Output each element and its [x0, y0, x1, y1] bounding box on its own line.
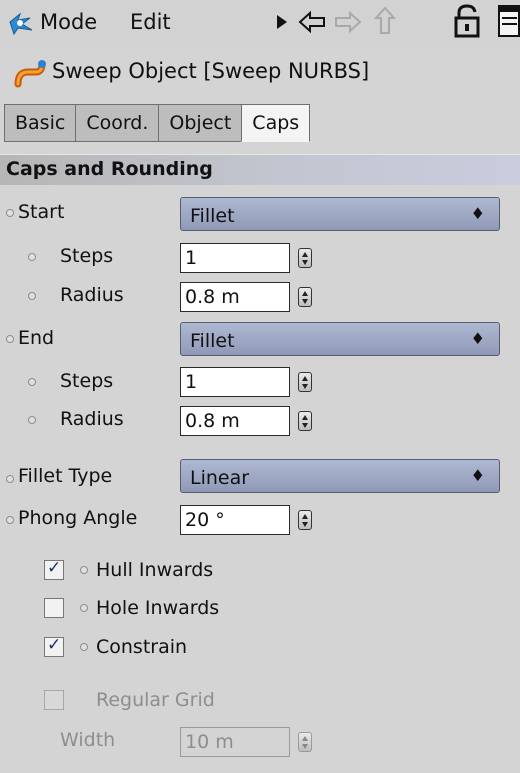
start-label: Start — [18, 201, 65, 223]
new-window-icon[interactable] — [498, 4, 520, 42]
dropdown-caret-icon: ♦ — [470, 466, 485, 485]
tab-bar: Basic Coord. Object Caps — [4, 104, 311, 144]
end-radius-field[interactable]: 0.8 m — [180, 406, 290, 436]
end-steps-label: Steps — [60, 370, 114, 392]
hull-inwards-checkbox[interactable]: ✓ — [44, 558, 64, 580]
checkmark-icon: ✓ — [47, 635, 62, 655]
checkmark-icon: ✓ — [47, 558, 62, 578]
manager-toolbar: Mode Edit — [0, 0, 520, 48]
end-steps-field[interactable]: 1 — [180, 367, 290, 397]
start-radius-label: Radius — [60, 284, 124, 306]
regular-grid-label: Regular Grid — [96, 689, 215, 711]
hull-inwards-label: Hull Inwards — [96, 559, 214, 581]
regular-grid-checkbox[interactable] — [44, 690, 64, 710]
tab-caps[interactable]: Caps — [241, 104, 311, 142]
start-steps-label: Steps — [60, 245, 114, 267]
constrain-checkbox[interactable]: ✓ — [44, 635, 64, 657]
tab-basic[interactable]: Basic — [4, 104, 77, 142]
start-value: Fillet — [190, 205, 235, 227]
section-title: Caps and Rounding — [6, 158, 213, 180]
end-animation-dot[interactable] — [6, 335, 14, 343]
width-label: Width — [60, 729, 116, 751]
start-steps-spinner[interactable] — [298, 248, 312, 268]
start-steps-field[interactable]: 1 — [180, 243, 290, 273]
hull-inwards-dot[interactable] — [80, 566, 88, 574]
phong-angle-dot[interactable] — [6, 516, 14, 524]
end-radius-label: Radius — [60, 408, 124, 430]
mode-icon[interactable] — [6, 8, 36, 38]
constrain-label: Constrain — [96, 636, 188, 658]
sweep-object-icon — [14, 56, 46, 92]
back-arrow-icon[interactable] — [298, 10, 326, 38]
fillet-type-label: Fillet Type — [18, 465, 113, 487]
start-animation-dot[interactable] — [6, 209, 14, 217]
phong-angle-label: Phong Angle — [18, 507, 138, 529]
end-radius-spinner[interactable] — [298, 411, 312, 431]
tab-coord[interactable]: Coord. — [75, 104, 160, 142]
start-dropdown[interactable]: Fillet ♦ — [180, 197, 500, 231]
forward-arrow-icon[interactable] — [334, 10, 362, 38]
object-title: Sweep Object [Sweep NURBS] — [52, 59, 370, 83]
constrain-dot[interactable] — [80, 643, 88, 651]
object-header: Sweep Object [Sweep NURBS] — [0, 48, 520, 98]
dropdown-caret-icon: ♦ — [470, 204, 485, 223]
end-dropdown[interactable]: Fillet ♦ — [180, 322, 500, 356]
fillet-type-dot[interactable] — [6, 475, 14, 483]
hole-inwards-checkbox[interactable] — [44, 598, 64, 618]
up-arrow-icon[interactable] — [373, 6, 397, 40]
dropdown-caret-icon: ♦ — [470, 329, 485, 348]
start-radius-dot[interactable] — [28, 292, 36, 300]
hole-inwards-dot[interactable] — [80, 604, 88, 612]
phong-angle-field[interactable]: 20 ° — [180, 505, 290, 535]
end-value: Fillet — [190, 330, 235, 352]
menu-edit[interactable]: Edit — [130, 10, 171, 34]
phong-angle-spinner[interactable] — [298, 510, 312, 530]
end-label: End — [18, 327, 55, 349]
play-arrow-icon[interactable] — [276, 14, 288, 34]
fillet-type-value: Linear — [190, 467, 250, 489]
tab-object[interactable]: Object — [158, 104, 243, 142]
lock-icon[interactable] — [454, 4, 480, 42]
width-field[interactable]: 10 m — [180, 727, 290, 757]
fillet-type-dropdown[interactable]: Linear ♦ — [180, 459, 500, 493]
hole-inwards-label: Hole Inwards — [96, 597, 220, 619]
end-steps-dot[interactable] — [28, 378, 36, 386]
start-steps-dot[interactable] — [28, 253, 36, 261]
width-spinner[interactable] — [298, 732, 312, 752]
end-radius-dot[interactable] — [28, 416, 36, 424]
menu-mode[interactable]: Mode — [40, 10, 97, 34]
section-header: Caps and Rounding — [0, 154, 520, 185]
start-radius-spinner[interactable] — [298, 287, 312, 307]
end-steps-spinner[interactable] — [298, 372, 312, 392]
start-radius-field[interactable]: 0.8 m — [180, 282, 290, 312]
